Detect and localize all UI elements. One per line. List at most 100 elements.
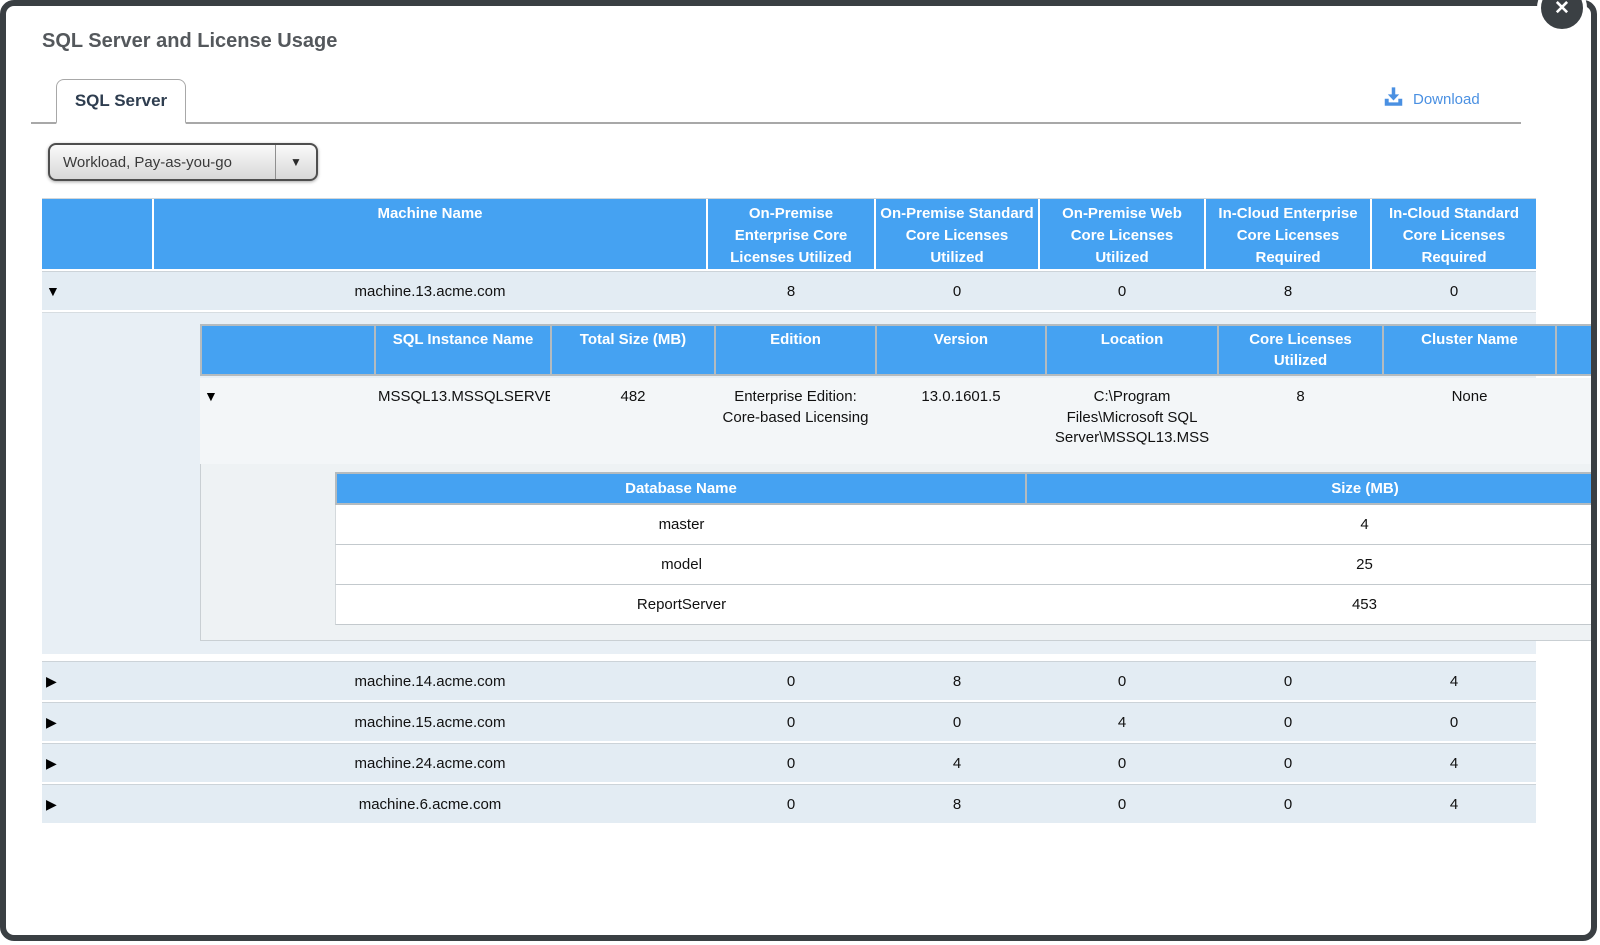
- main-header-column: Machine Name: [154, 199, 706, 269]
- instance-name-cell: MSSQL13.MSSQLSERVER: [376, 387, 550, 464]
- main-header-column: In-Cloud Standard Core Licenses Required: [1372, 199, 1536, 269]
- license-usage-table: Machine NameOn-Premise Enterprise Core L…: [42, 198, 1536, 825]
- database-name-cell: master: [338, 516, 1025, 533]
- main-header-column: On-Premise Standard Core Licenses Utiliz…: [876, 199, 1038, 269]
- instance-header-column: Edition: [716, 326, 875, 374]
- machine-row: ▶machine.14.acme.com08004: [42, 661, 1536, 702]
- database-size-cell: 4: [1027, 516, 1597, 533]
- main-header-column: In-Cloud Enterprise Core Licenses Requir…: [1206, 199, 1370, 269]
- download-label: Download: [1413, 91, 1480, 108]
- machine-expand-cell: ▶: [42, 714, 152, 731]
- tab-sql-server[interactable]: SQL Server: [56, 79, 186, 124]
- instance-header-column: SQL Instance Name: [376, 326, 550, 374]
- instance-core-licenses-cell: 8: [1219, 387, 1382, 464]
- instance-location-cell: C:\Program Files\Microsoft SQL Server\MS…: [1047, 387, 1217, 464]
- machine-expand-cell: ▼: [42, 283, 152, 300]
- workload-filter-value: Workload, Pay-as-you-go: [50, 154, 275, 171]
- machine-name-cell: machine.15.acme.com: [154, 714, 706, 731]
- instance-total-size-cell: 482: [552, 387, 714, 464]
- expand-machine-icon[interactable]: ▶: [46, 673, 57, 689]
- license-value-cell: 0: [1040, 796, 1204, 813]
- database-table: Database NameSize (MB) master4model25Rep…: [335, 472, 1597, 625]
- machine-row: ▼machine.13.acme.com80080: [42, 271, 1536, 312]
- expand-machine-icon[interactable]: ▶: [46, 796, 57, 812]
- instance-header-column: Core Licenses Utilized: [1219, 326, 1382, 374]
- license-value-cell: 0: [1206, 755, 1370, 772]
- machine-expand-cell: ▶: [42, 755, 152, 772]
- instance-header-column: Location: [1047, 326, 1217, 374]
- license-value-cell: 8: [876, 673, 1038, 690]
- database-size-cell: 453: [1027, 596, 1597, 613]
- machine-name-cell: machine.6.acme.com: [154, 796, 706, 813]
- license-value-cell: 0: [1206, 796, 1370, 813]
- license-value-cell: 0: [708, 714, 874, 731]
- instance-expanded-panel: Database NameSize (MB) master4model25Rep…: [200, 464, 1597, 641]
- instance-header-column: [1557, 326, 1597, 374]
- license-value-cell: 0: [1372, 283, 1536, 300]
- license-value-cell: 0: [708, 755, 874, 772]
- main-header-expand-column: [42, 199, 152, 269]
- instance-cluster-cell: None: [1384, 387, 1555, 464]
- expand-machine-icon[interactable]: ▶: [46, 755, 57, 771]
- machine-expanded-panel: SQL Instance NameTotal Size (MB)EditionV…: [42, 312, 1536, 661]
- workload-filter-dropdown[interactable]: Workload, Pay-as-you-go ▼: [48, 143, 318, 181]
- close-icon: ✕: [1554, 0, 1570, 20]
- license-value-cell: 0: [708, 673, 874, 690]
- license-value-cell: 4: [1372, 673, 1536, 690]
- sql-instance-table: SQL Instance NameTotal Size (MB)EditionV…: [200, 324, 1597, 641]
- sql-instance-row: ▼ MSSQL13.MSSQLSERVER 482 Enterprise Edi…: [200, 378, 1597, 464]
- database-header-column: Database Name: [337, 474, 1025, 503]
- machine-row: ▶machine.6.acme.com08004: [42, 784, 1536, 825]
- sql-instance-table-header: SQL Instance NameTotal Size (MB)EditionV…: [200, 324, 1597, 376]
- download-button[interactable]: Download: [1383, 87, 1480, 111]
- license-value-cell: 0: [1206, 714, 1370, 731]
- main-table-header: Machine NameOn-Premise Enterprise Core L…: [42, 198, 1536, 269]
- machine-name-cell: machine.13.acme.com: [154, 283, 706, 300]
- tab-bar: SQL Server Download: [31, 81, 1521, 124]
- database-name-cell: model: [338, 556, 1025, 573]
- license-value-cell: 8: [876, 796, 1038, 813]
- instance-header-expand-column: [202, 326, 374, 374]
- machine-row: ▶machine.15.acme.com00400: [42, 702, 1536, 743]
- license-value-cell: 4: [876, 755, 1038, 772]
- dropdown-arrow-box[interactable]: ▼: [275, 145, 316, 179]
- license-usage-dialog: SQL Server and License Usage SQL Server …: [0, 0, 1597, 941]
- instance-header-column: Cluster Name: [1384, 326, 1555, 374]
- database-size-cell: 25: [1027, 556, 1597, 573]
- main-header-column: On-Premise Enterprise Core Licenses Util…: [708, 199, 874, 269]
- license-value-cell: 4: [1372, 755, 1536, 772]
- database-table-header: Database NameSize (MB): [335, 472, 1597, 505]
- expand-machine-icon[interactable]: ▶: [46, 714, 57, 730]
- instance-header-column: Total Size (MB): [552, 326, 714, 374]
- collapse-machine-icon[interactable]: ▼: [46, 283, 60, 299]
- license-value-cell: 0: [1040, 283, 1204, 300]
- instance-version-cell: 13.0.1601.5: [877, 387, 1045, 464]
- database-name-cell: ReportServer: [338, 596, 1025, 613]
- license-value-cell: 4: [1040, 714, 1204, 731]
- page-title: SQL Server and License Usage: [42, 30, 337, 53]
- database-row: master4: [335, 505, 1597, 545]
- machine-expand-cell: ▶: [42, 796, 152, 813]
- download-icon: [1383, 87, 1404, 111]
- license-value-cell: 0: [1206, 673, 1370, 690]
- license-value-cell: 0: [1040, 755, 1204, 772]
- instance-expand-cell: ▼: [202, 387, 374, 464]
- main-header-column: On-Premise Web Core Licenses Utilized: [1040, 199, 1204, 269]
- machine-name-cell: machine.24.acme.com: [154, 755, 706, 772]
- license-value-cell: 0: [876, 714, 1038, 731]
- machine-expand-cell: ▶: [42, 673, 152, 690]
- license-value-cell: 0: [876, 283, 1038, 300]
- collapse-instance-icon[interactable]: ▼: [204, 388, 218, 404]
- machine-row: ▶machine.24.acme.com04004: [42, 743, 1536, 784]
- database-row: ReportServer453: [335, 585, 1597, 625]
- main-table-rows: ▼machine.13.acme.com80080 SQL Instance N…: [42, 271, 1536, 825]
- machine-name-cell: machine.14.acme.com: [154, 673, 706, 690]
- license-value-cell: 4: [1372, 796, 1536, 813]
- database-table-rows: master4model25ReportServer453: [335, 505, 1597, 625]
- chevron-down-icon: ▼: [290, 155, 302, 169]
- database-row: model25: [335, 545, 1597, 585]
- tab-sql-server-label: SQL Server: [75, 91, 167, 111]
- license-value-cell: 0: [1040, 673, 1204, 690]
- instance-edition-cell: Enterprise Edition: Core-based Licensing: [716, 387, 875, 464]
- database-header-column: Size (MB): [1027, 474, 1597, 503]
